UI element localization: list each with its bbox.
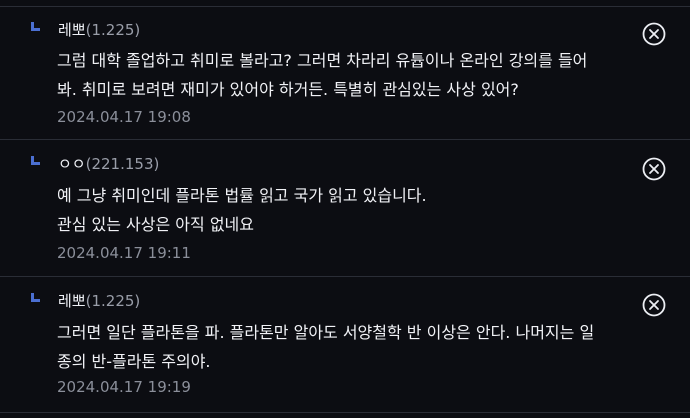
- comment-item: 레뽀(1.225) 그러면 일단 플라톤을 파. 플라톤만 알아도 서양철학 반…: [0, 277, 690, 413]
- comment-item: 레뽀(1.225) 그럼 대학 졸업하고 취미로 볼라고? 그러면 차라리 유튭…: [0, 7, 690, 140]
- comment-author: 레뽀(1.225): [58, 290, 140, 311]
- author-ip: (1.225): [85, 292, 141, 310]
- close-circle-icon: [642, 157, 666, 181]
- reply-arrow-icon: [31, 22, 40, 31]
- comment-body: 예 그냥 취미인데 플라톤 법률 읽고 국가 읽고 있습니다. 관심 있는 사상…: [57, 181, 667, 239]
- comment-text-line: 종의 반-플라톤 주의야.: [57, 352, 211, 371]
- comment-body: 그럼 대학 졸업하고 취미로 볼라고? 그러면 차라리 유튭이나 온라인 강의를…: [57, 46, 667, 104]
- close-circle-icon: [642, 293, 666, 317]
- delete-comment-button[interactable]: [642, 293, 666, 317]
- delete-comment-button[interactable]: [642, 157, 666, 181]
- author-name: ㅇㅇ: [58, 155, 86, 173]
- comment-list: 레뽀(1.225) 그럼 대학 졸업하고 취미로 볼라고? 그러면 차라리 유튭…: [0, 0, 690, 418]
- comment-text-line: 예 그냥 취미인데 플라톤 법률 읽고 국가 읽고 있습니다.: [57, 186, 427, 205]
- comment-text-line: 관심 있는 사상은 아직 없네요: [57, 215, 254, 234]
- comment-text-line: 그러면 일단 플라톤을 파. 플라톤만 알아도 서양철학 반 이상은 안다. 나…: [57, 323, 595, 342]
- author-ip: (221.153): [85, 155, 160, 173]
- comment-author: 레뽀(1.225): [58, 19, 140, 40]
- delete-comment-button[interactable]: [642, 22, 666, 46]
- comment-author: ㅇㅇ(221.153): [58, 153, 159, 174]
- comment-text-line: 그럼 대학 졸업하고 취미로 볼라고? 그러면 차라리 유튭이나 온라인 강의를…: [57, 51, 588, 70]
- author-name: 레뽀: [58, 21, 86, 39]
- reply-arrow-icon: [31, 293, 40, 302]
- comment-item: ㅇㅇ(221.153) 예 그냥 취미인데 플라톤 법률 읽고 국가 읽고 있습…: [0, 140, 690, 277]
- comment-timestamp: 2024.04.17 19:19: [57, 378, 191, 396]
- author-name: 레뽀: [58, 292, 86, 310]
- comment-timestamp: 2024.04.17 19:08: [57, 108, 191, 126]
- author-ip: (1.225): [85, 21, 141, 39]
- comment-text-line: 봐. 취미로 보려면 재미가 있어야 하거든. 특별히 관심있는 사상 있어?: [57, 80, 519, 99]
- close-circle-icon: [642, 22, 666, 46]
- comment-body: 그러면 일단 플라톤을 파. 플라톤만 알아도 서양철학 반 이상은 안다. 나…: [57, 318, 667, 376]
- comment-timestamp: 2024.04.17 19:11: [57, 244, 191, 262]
- reply-arrow-icon: [31, 156, 40, 165]
